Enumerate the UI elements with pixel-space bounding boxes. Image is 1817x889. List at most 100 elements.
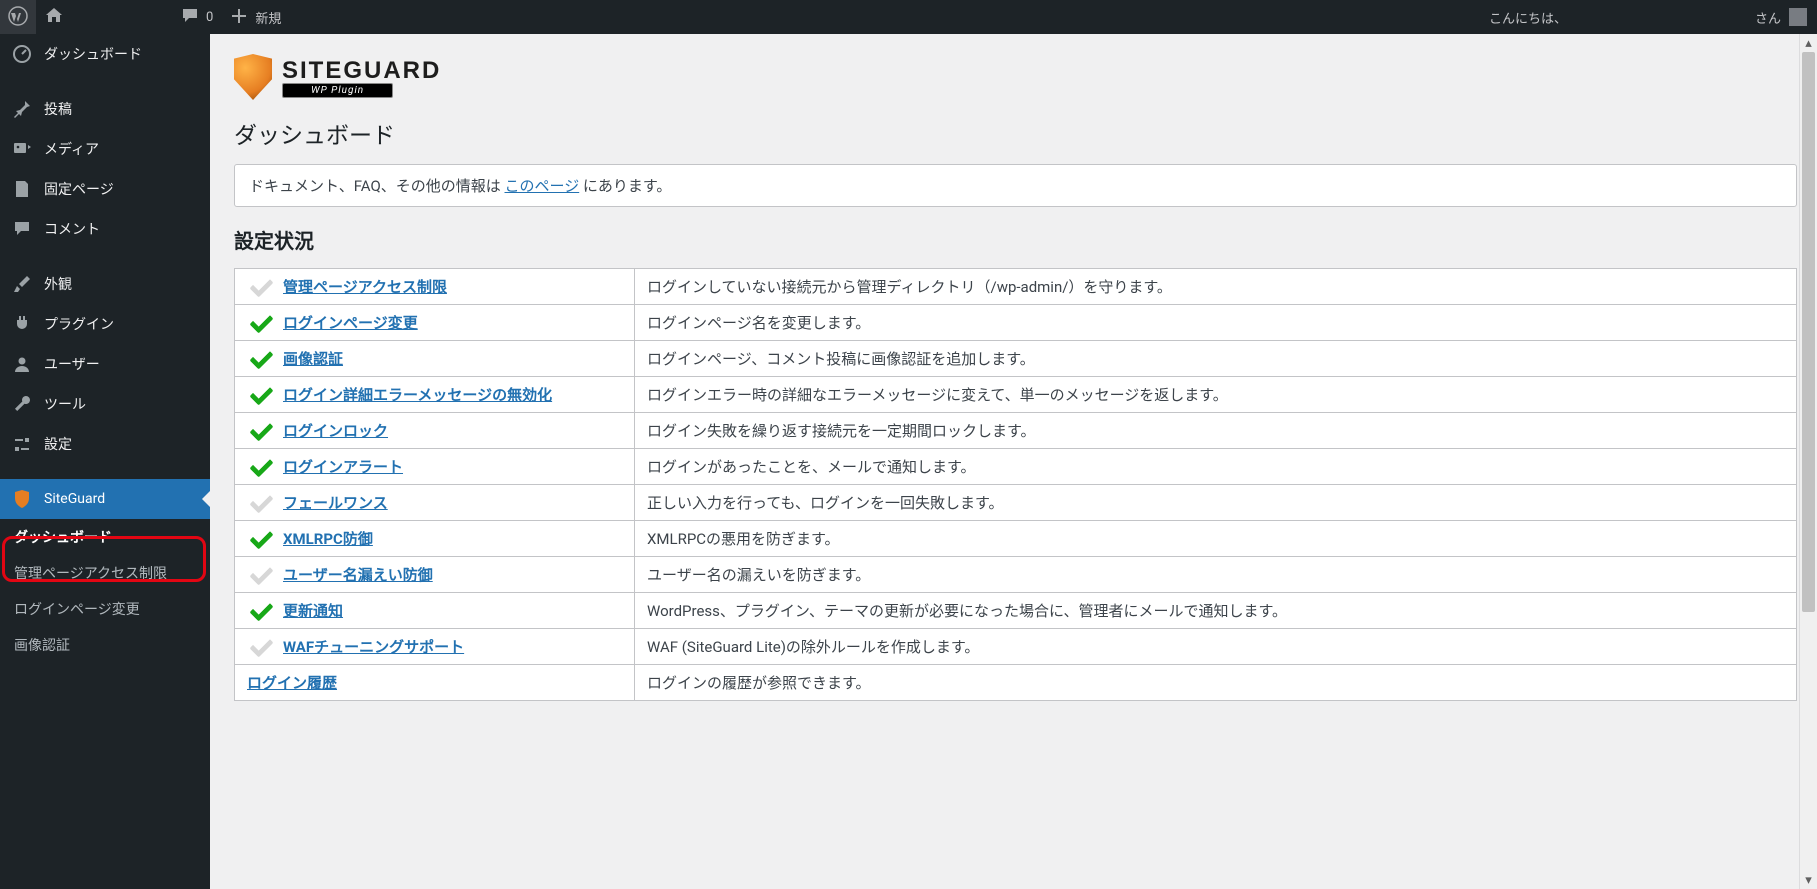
setting-name-cell: ログインロック (235, 413, 635, 449)
sidebar-item-posts[interactable]: 投稿 (0, 89, 210, 129)
setting-name-cell: ログインページ変更 (235, 305, 635, 341)
setting-link[interactable]: 画像認証 (283, 348, 343, 369)
table-row: 更新通知WordPress、プラグイン、テーマの更新が必要になった場合に、管理者… (235, 593, 1797, 629)
check-on-icon (247, 421, 275, 441)
setting-link[interactable]: ログインアラート (283, 456, 403, 477)
sidebar-item-settings[interactable]: 設定 (0, 424, 210, 464)
shield-icon (234, 54, 272, 100)
setting-description: ログインページ、コメント投稿に画像認証を追加します。 (635, 341, 1797, 377)
setting-name-cell: ログイン詳細エラーメッセージの無効化 (235, 377, 635, 413)
setting-link[interactable]: ログインページ変更 (283, 312, 418, 333)
setting-link[interactable]: 管理ページアクセス制限 (283, 276, 447, 297)
sidebar-item-media[interactable]: メディア (0, 129, 210, 169)
table-row: 管理ページアクセス制限 ログインしていない接続元から管理ディレクトリ（/wp-ad… (235, 269, 1797, 305)
check-off-icon (247, 565, 275, 585)
page-icon (12, 179, 32, 199)
logo-brand-b: GUARD (343, 57, 441, 84)
wp-logo-menu[interactable] (0, 0, 36, 34)
setting-description: XMLRPCの悪用を防ぎます。 (635, 521, 1797, 557)
check-on-icon (247, 349, 275, 369)
table-row: WAFチューニングサポートWAF (SiteGuard Lite)の除外ルールを… (235, 629, 1797, 665)
admin-sidebar: ダッシュボード 投稿 メディア 固定ページ コメント 外観 (0, 34, 210, 889)
sidebar-item-siteguard[interactable]: SiteGuard (0, 479, 210, 519)
setting-name-cell: ユーザー名漏えい防御 (235, 557, 635, 593)
setting-link[interactable]: ログイン履歴 (247, 672, 337, 693)
setting-name-cell: 更新通知 (235, 593, 635, 629)
setting-link[interactable]: XMLRPC防御 (283, 528, 373, 549)
submenu-captcha[interactable]: 画像認証 (0, 627, 210, 663)
add-new-label: 新規 (255, 8, 281, 27)
table-row: ログインページ変更 ログインページ名を変更します。 (235, 305, 1797, 341)
notice-text-before: ドキュメント、FAQ、その他の情報は (249, 177, 505, 195)
sidebar-item-label: SiteGuard (44, 491, 105, 507)
setting-link[interactable]: 更新通知 (283, 600, 343, 621)
notice-docs-link[interactable]: このページ (505, 177, 580, 195)
add-new-menu[interactable]: 新規 (221, 0, 289, 34)
setting-name-cell: フェールワンス (235, 485, 635, 521)
setting-description: ログインページ名を変更します。 (635, 305, 1797, 341)
setting-link[interactable]: ユーザー名漏えい防御 (283, 564, 433, 585)
submenu-login-page[interactable]: ログインページ変更 (0, 591, 210, 627)
setting-link[interactable]: WAFチューニングサポート (283, 636, 464, 657)
setting-description: ログインしていない接続元から管理ディレクトリ（/wp-admin/）を守ります。 (635, 269, 1797, 305)
sidebar-item-label: 外観 (44, 274, 72, 294)
content-area: SITEGUARD WP Plugin ダッシュボード ドキュメント、FAQ、そ… (210, 34, 1817, 889)
shield-icon (12, 489, 32, 509)
submenu-admin-access[interactable]: 管理ページアクセス制限 (0, 555, 210, 591)
check-on-icon (247, 457, 275, 477)
sidebar-item-dashboard[interactable]: ダッシュボード (0, 34, 210, 74)
logo-brand-text: SITEGUARD (282, 57, 441, 85)
notice-text-after: にあります。 (579, 177, 671, 195)
sidebar-item-label: ツール (44, 394, 86, 414)
siteguard-submenu: ダッシュボード 管理ページアクセス制限 ログインページ変更 画像認証 (0, 519, 210, 663)
submenu-dashboard[interactable]: ダッシュボード (0, 519, 210, 555)
pin-icon (12, 99, 32, 119)
setting-link[interactable]: ログイン詳細エラーメッセージの無効化 (283, 384, 552, 405)
table-row: ログイン詳細エラーメッセージの無効化 ログインエラー時の詳細なエラーメッセージに変… (235, 377, 1797, 413)
setting-description: ユーザー名の漏えいを防ぎます。 (635, 557, 1797, 593)
logo-sub-text: WP Plugin (282, 83, 393, 98)
setting-link[interactable]: フェールワンス (283, 492, 388, 513)
site-home-link[interactable] (36, 0, 72, 34)
wordpress-logo-icon (8, 6, 28, 29)
comment-icon (12, 219, 32, 239)
check-on-icon (247, 529, 275, 549)
check-on-icon (247, 385, 275, 405)
setting-description: ログインエラー時の詳細なエラーメッセージに変えて、単一のメッセージを返します。 (635, 377, 1797, 413)
avatar (1789, 8, 1807, 26)
table-row: ユーザー名漏えい防御 ユーザー名の漏えいを防ぎます。 (235, 557, 1797, 593)
comments-count: 0 (206, 10, 213, 25)
section-heading: 設定状況 (234, 225, 1797, 254)
scroll-up-button[interactable]: ▴ (1800, 34, 1817, 52)
sidebar-item-appearance[interactable]: 外観 (0, 264, 210, 304)
sidebar-item-comments[interactable]: コメント (0, 209, 210, 249)
sidebar-item-label: プラグイン (44, 314, 114, 334)
plus-icon (229, 6, 249, 29)
sidebar-item-pages[interactable]: 固定ページ (0, 169, 210, 209)
dashboard-icon (12, 44, 32, 64)
sidebar-item-tools[interactable]: ツール (0, 384, 210, 424)
vertical-scrollbar[interactable]: ▴ ▾ (1799, 34, 1817, 889)
check-on-icon (247, 601, 275, 621)
table-row: ログインロックログイン失敗を繰り返す接続元を一定期間ロックします。 (235, 413, 1797, 449)
sidebar-item-label: 固定ページ (44, 179, 114, 199)
sidebar-item-label: ダッシュボード (44, 44, 142, 64)
brush-icon (12, 274, 32, 294)
sidebar-item-plugins[interactable]: プラグイン (0, 304, 210, 344)
scroll-down-button[interactable]: ▾ (1800, 871, 1817, 889)
logo-brand-a: SITE (282, 57, 343, 84)
setting-link[interactable]: ログインロック (283, 420, 388, 441)
greeting-prefix: こんにちは、 (1489, 8, 1567, 27)
sidebar-item-users[interactable]: ユーザー (0, 344, 210, 384)
scroll-thumb[interactable] (1802, 52, 1815, 612)
setting-description: ログインがあったことを、メールで通知します。 (635, 449, 1797, 485)
account-menu[interactable]: こんにちは、 さん (1479, 0, 1817, 34)
setting-description: 正しい入力を行っても、ログインを一回失敗します。 (635, 485, 1797, 521)
setting-name-cell: 管理ページアクセス制限 (235, 269, 635, 305)
wrench-icon (12, 394, 32, 414)
setting-name-cell: WAFチューニングサポート (235, 629, 635, 665)
setting-name-cell: XMLRPC防御 (235, 521, 635, 557)
home-icon (44, 6, 64, 29)
info-notice: ドキュメント、FAQ、その他の情報は このページ にあります。 (234, 164, 1797, 207)
comments-link[interactable]: 0 (172, 0, 221, 34)
